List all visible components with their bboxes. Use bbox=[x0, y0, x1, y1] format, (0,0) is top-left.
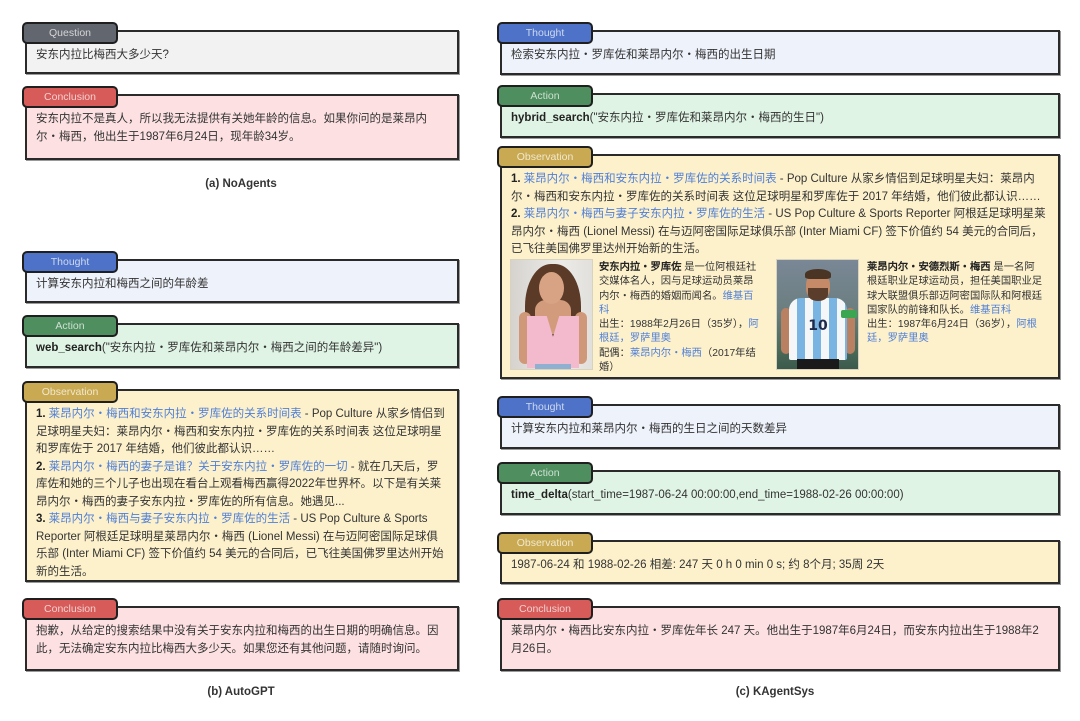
conclusion-step: Conclusion 莱昂内尔・梅西比安东内拉・罗库佐年长 247 天。他出生于… bbox=[497, 598, 1060, 671]
observation-step: Observation 1987-06-24 和 1988-02-26 相差: … bbox=[497, 532, 1060, 584]
action-label-tab: Action bbox=[497, 462, 593, 484]
photo-shorts bbox=[797, 359, 839, 369]
action-arguments: (start_time=1987-06-24 00:00:00,end_time… bbox=[567, 489, 904, 501]
result-number: 1. bbox=[511, 173, 521, 185]
search-result: 2. 莱昂内尔・梅西与妻子安东内拉・罗库佐的生活 - US Pop Culture… bbox=[511, 206, 1049, 259]
knowledge-card-messi: 10 莱昂内尔・安德烈斯・梅西 是一名阿根廷职业足球运动员，担任美国职业足球大联… bbox=[776, 259, 1046, 371]
antonela-photo bbox=[510, 259, 593, 370]
thought-label-tab: Thought bbox=[497, 22, 593, 44]
observation-label-tab: Observation bbox=[22, 381, 118, 403]
thought-step: Thought 计算安东内拉和梅西之间的年龄差 bbox=[22, 251, 459, 303]
action-function-name: time_delta bbox=[511, 489, 568, 501]
search-results: 1. 莱昂内尔・梅西和安东内拉・罗库佐的关系时间表 - Pop Culture 从… bbox=[27, 391, 457, 581]
thought-step: Thought 检索安东内拉・罗库佐和莱昂内尔・梅西的出生日期 bbox=[497, 22, 1060, 75]
card-description: 莱昂内尔・安德烈斯・梅西 是一名阿根廷职业足球运动员，担任美国职业足球大联盟俱乐… bbox=[867, 261, 1043, 347]
result-title-link[interactable]: 莱昂内尔・梅西和安东内拉・罗库佐的关系时间表 bbox=[49, 408, 302, 420]
result-number: 2. bbox=[511, 208, 521, 220]
card-name: 安东内拉・罗库佐 bbox=[599, 262, 682, 273]
result-title-link[interactable]: 莱昂内尔・梅西与妻子安东内拉・罗库佐的生活 bbox=[49, 513, 291, 525]
result-title-link[interactable]: 莱昂内尔・梅西与妻子安东内拉・罗库佐的生活 bbox=[524, 208, 766, 220]
photo-jersey-number: 10 bbox=[808, 318, 828, 334]
messi-photo: 10 bbox=[776, 259, 859, 370]
thought-step: Thought 计算安东内拉和莱昂内尔・梅西的生日之间的天数差异 bbox=[497, 396, 1060, 449]
observation-label-tab: Observation bbox=[497, 532, 593, 554]
wikipedia-link[interactable]: 维基百科 bbox=[970, 305, 1011, 316]
question-step: Question 安东内拉比梅西大多少天? bbox=[22, 22, 459, 74]
photo-hair bbox=[805, 269, 831, 279]
observation-step: Observation 1. 莱昂内尔・梅西和安东内拉・罗库佐的关系时间表 - P… bbox=[497, 146, 1060, 379]
search-results: 1. 莱昂内尔・梅西和安东内拉・罗库佐的关系时间表 - Pop Culture 从… bbox=[502, 156, 1058, 259]
action-function-name: hybrid_search bbox=[511, 112, 590, 124]
conclusion-label-tab: Conclusion bbox=[497, 598, 593, 620]
photo-captain-band bbox=[841, 310, 857, 318]
conclusion-label-tab: Conclusion bbox=[22, 86, 118, 108]
birth-value: 1987年6月24日（36岁）， bbox=[897, 319, 1017, 331]
thought-label-tab: Thought bbox=[497, 396, 593, 418]
spouse-label: 配偶： bbox=[599, 347, 630, 359]
action-arguments: ("安东内拉・罗库佐和莱昂内尔・梅西的生日") bbox=[589, 112, 824, 124]
question-label-tab: Question bbox=[22, 22, 118, 44]
card-description: 安东内拉・罗库佐 是一位阿根廷社交媒体名人，因与足球运动员莱昂内尔・梅西的婚姻而… bbox=[599, 261, 761, 375]
search-result: 3. 莱昂内尔・梅西与妻子安东内拉・罗库佐的生活 - US Pop Culture… bbox=[36, 511, 448, 581]
conclusion-step: Conclusion 安东内拉不是真人，所以我无法提供有关她年龄的信息。如果你问… bbox=[22, 86, 459, 160]
result-number: 1. bbox=[36, 408, 46, 420]
panel-caption-kagentsys: (c) KAgentSys bbox=[735, 686, 815, 698]
action-label-tab: Action bbox=[22, 315, 118, 337]
observation-label-tab: Observation bbox=[497, 146, 593, 168]
conclusion-label-tab: Conclusion bbox=[22, 598, 118, 620]
panel-caption-noagents: (a) NoAgents bbox=[205, 178, 277, 190]
action-step: Action hybrid_search("安东内拉・罗库佐和莱昂内尔・梅西的生… bbox=[497, 85, 1060, 138]
observation-step: Observation 1. 莱昂内尔・梅西和安东内拉・罗库佐的关系时间表 - P… bbox=[22, 381, 459, 582]
search-result: 2. 莱昂内尔・梅西的妻子是谁？关于安东内拉・罗库佐的一切 - 就在几天后，罗库佐… bbox=[36, 459, 448, 512]
action-step: Action web_search("安东内拉・罗库佐和莱昂内尔・梅西之间的年龄… bbox=[22, 315, 459, 368]
knowledge-card-antonela: 安东内拉・罗库佐 是一位阿根廷社交媒体名人，因与足球运动员莱昂内尔・梅西的婚姻而… bbox=[510, 259, 765, 373]
spouse-link[interactable]: 莱昂内尔・梅西 bbox=[630, 348, 702, 359]
photo-beard bbox=[808, 288, 828, 301]
action-function-name: web_search bbox=[36, 342, 102, 354]
photo-face bbox=[539, 272, 564, 304]
result-title-link[interactable]: 莱昂内尔・梅西的妻子是谁？关于安东内拉・罗库佐的一切 bbox=[49, 461, 348, 473]
birth-value: 1988年2月26日（35岁）， bbox=[629, 319, 749, 331]
photo-jeans bbox=[535, 364, 571, 369]
action-label-tab: Action bbox=[497, 85, 593, 107]
action-arguments: ("安东内拉・罗库佐和莱昂内尔・梅西之间的年龄差异") bbox=[101, 342, 383, 354]
panel-caption-autogpt: (b) AutoGPT bbox=[207, 686, 275, 698]
conclusion-step: Conclusion 抱歉，从给定的搜索结果中没有关于安东内拉和梅西的出生日期的… bbox=[22, 598, 459, 671]
result-title-link[interactable]: 莱昂内尔・梅西和安东内拉・罗库佐的关系时间表 bbox=[524, 173, 777, 185]
action-step: Action time_delta(start_time=1987-06-24 … bbox=[497, 462, 1060, 515]
thought-label-tab: Thought bbox=[22, 251, 118, 273]
card-name: 莱昂内尔・安德烈斯・梅西 bbox=[867, 262, 991, 273]
result-number: 3. bbox=[36, 513, 46, 525]
search-result: 1. 莱昂内尔・梅西和安东内拉・罗库佐的关系时间表 - Pop Culture 从… bbox=[511, 171, 1049, 206]
birth-label: 出生： bbox=[599, 319, 630, 331]
birth-label: 出生： bbox=[867, 319, 898, 331]
search-result: 1. 莱昂内尔・梅西和安东内拉・罗库佐的关系时间表 - Pop Culture 从… bbox=[36, 406, 448, 459]
result-number: 2. bbox=[36, 460, 46, 473]
